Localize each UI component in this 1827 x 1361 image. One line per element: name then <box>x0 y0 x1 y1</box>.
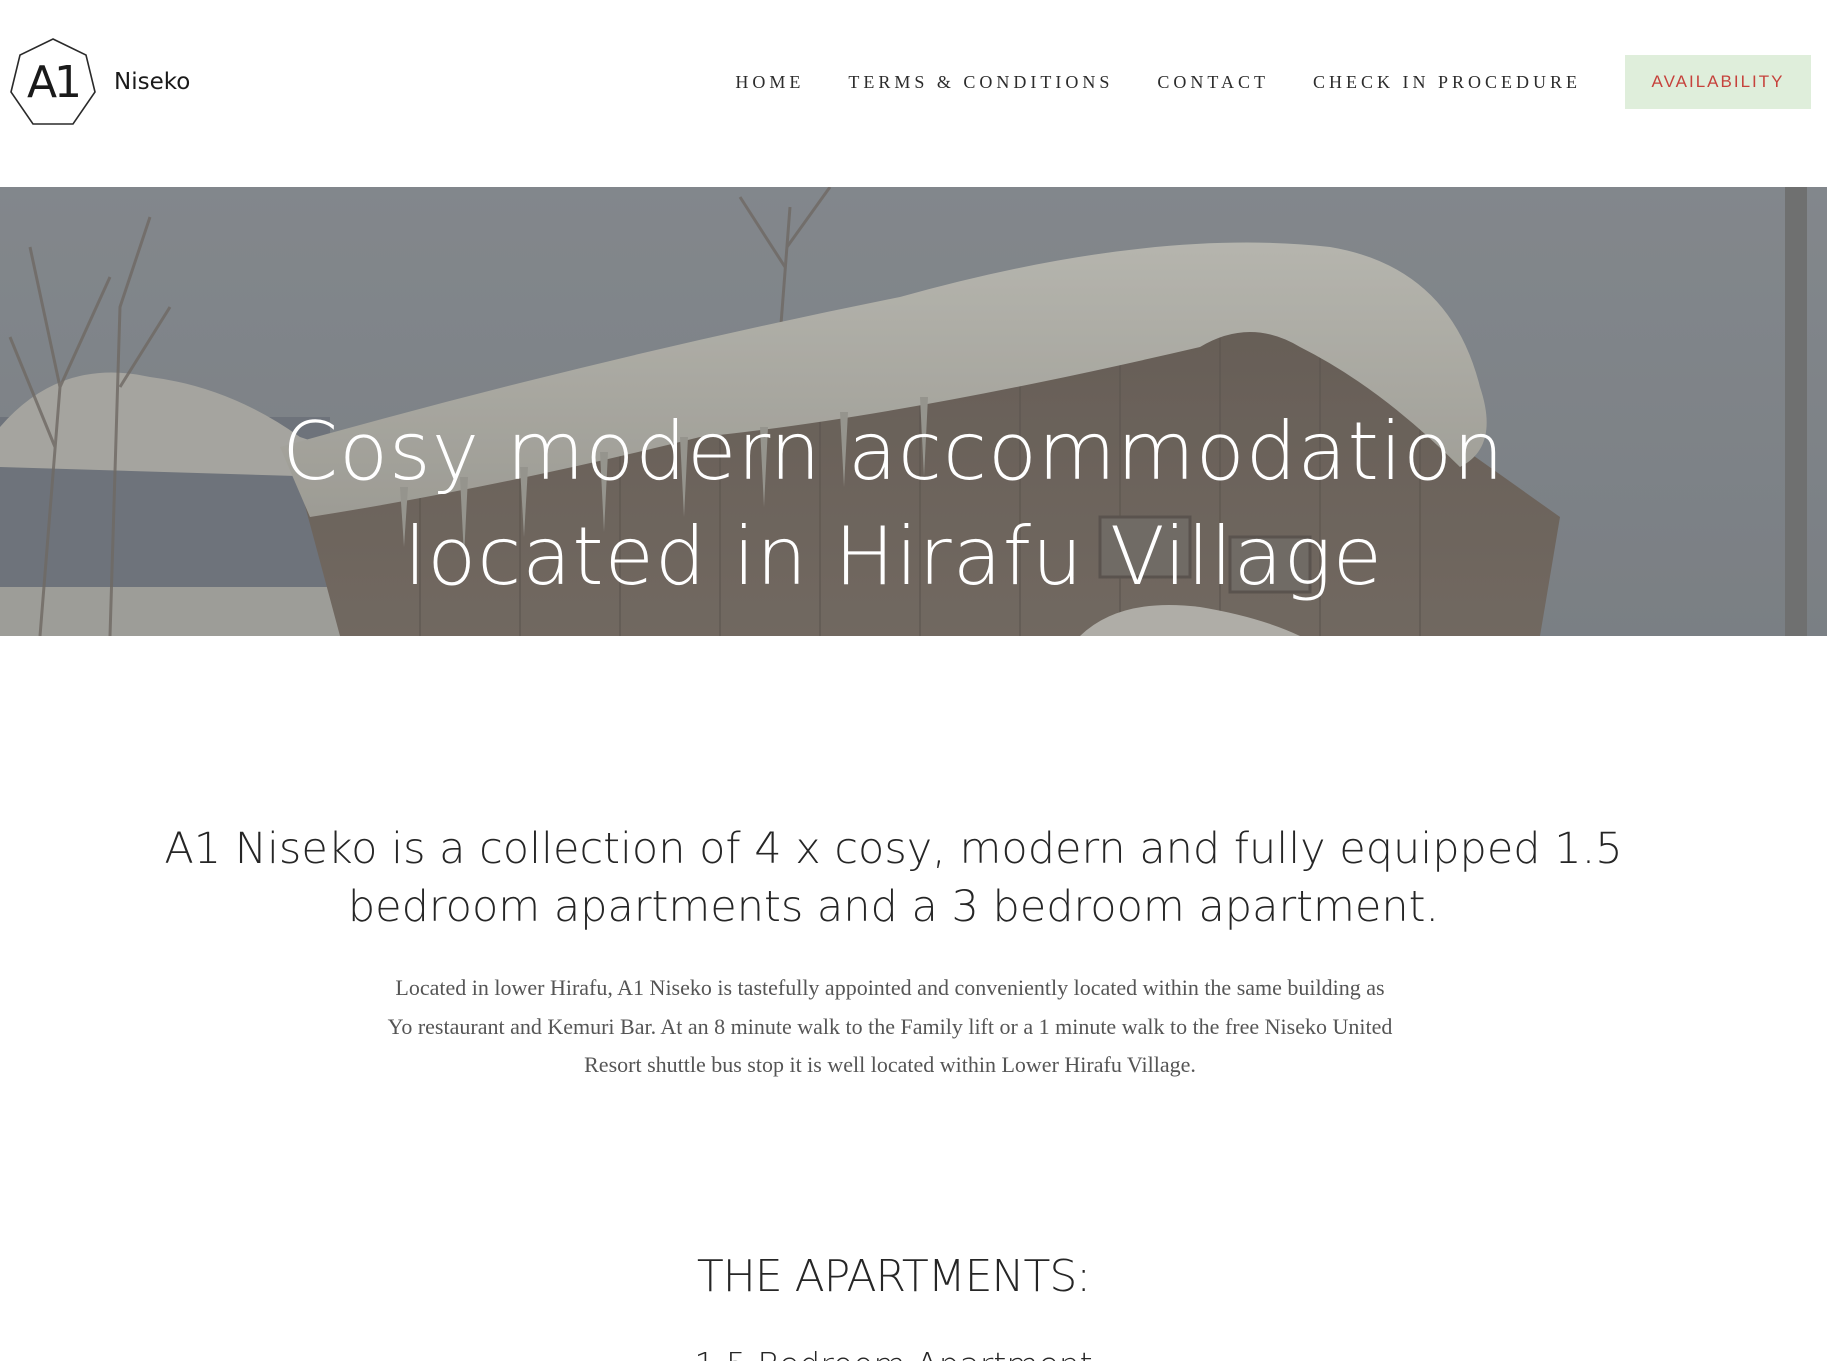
hero-title-line-2: located in Hirafu Village <box>404 509 1383 603</box>
nav-terms-conditions[interactable]: TERMS & CONDITIONS <box>848 72 1113 93</box>
logo-wordmark: Niseko <box>114 69 191 95</box>
nav-contact[interactable]: CONTACT <box>1157 72 1269 93</box>
logo-mark-text: A1 <box>26 56 82 108</box>
intro-heading: A1 Niseko is a collection of 4 x cosy, m… <box>0 820 1787 936</box>
hero-title: Cosy modern accommodation located in Hir… <box>0 399 1787 609</box>
apartment-type-title: 1.5 Bedroom Apartment <box>0 1343 1787 1361</box>
intro-heading-line-2: bedroom apartments and a 3 bedroom apart… <box>347 881 1440 932</box>
hero-banner: Cosy modern accommodation located in Hir… <box>0 187 1827 636</box>
site-logo[interactable]: A1 Niseko <box>8 36 190 128</box>
hero-title-line-1: Cosy modern accommodation <box>282 404 1505 498</box>
logo-heptagon-icon: A1 <box>8 36 98 128</box>
apartments-section-title: THE APARTMENTS: <box>696 1250 1091 1302</box>
nav-check-in-procedure[interactable]: CHECK IN PROCEDURE <box>1313 72 1581 93</box>
main-nav: HOME TERMS & CONDITIONS CONTACT CHECK IN… <box>735 55 1811 109</box>
intro-heading-line-1: A1 Niseko is a collection of 4 x cosy, m… <box>164 823 1623 874</box>
site-header: A1 Niseko HOME TERMS & CONDITIONS CONTAC… <box>0 0 1827 187</box>
availability-button[interactable]: AVAILABILITY <box>1625 55 1811 109</box>
intro-paragraph: Located in lower Hirafu, A1 Niseko is ta… <box>387 975 1393 1077</box>
nav-home[interactable]: HOME <box>735 72 804 93</box>
